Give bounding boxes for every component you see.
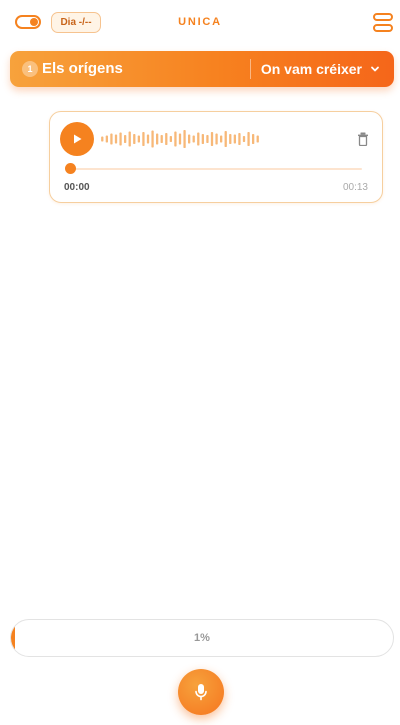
chapter-title: Els orígens (42, 60, 123, 77)
waveform-bar (256, 135, 259, 143)
progress-label: 1% (194, 632, 210, 644)
chapter-selector[interactable]: 1 Els orígens On vam créixer (10, 51, 394, 87)
waveform-bar (188, 134, 191, 144)
waveform-bar (137, 135, 140, 143)
waveform-bar (183, 130, 186, 148)
waveform-bar (169, 136, 172, 142)
waveform-bar (201, 134, 204, 144)
waveform-bar (206, 135, 209, 143)
waveform-bar (110, 133, 113, 145)
play-button[interactable] (60, 122, 94, 156)
waveform-bar (247, 132, 250, 146)
current-time: 00:00 (64, 182, 90, 193)
waveform-bar (229, 134, 232, 144)
waveform-bar (215, 133, 218, 145)
waveform-bar (220, 135, 223, 143)
waveform-bar (101, 136, 104, 142)
waveform-bar (105, 135, 108, 143)
waveform-bar (156, 133, 159, 145)
waveform-bar (197, 132, 200, 146)
waveform-bar (233, 134, 236, 144)
waveform-bar (142, 132, 145, 146)
record-button[interactable] (178, 669, 224, 715)
playback-track[interactable] (70, 168, 362, 170)
waveform-bar (151, 130, 154, 148)
waveform-bar (124, 135, 127, 143)
waveform-bar (210, 132, 214, 146)
waveform-bar (133, 134, 136, 144)
waveform-bar (128, 131, 131, 147)
waveform-bar (224, 131, 227, 147)
waveform-bar (252, 134, 255, 144)
playback-thumb[interactable] (65, 163, 76, 174)
waveform-bar (114, 134, 118, 144)
progress-bar: 1% (10, 619, 394, 657)
audio-waveform (101, 130, 259, 148)
section-title: On vam créixer (260, 61, 362, 77)
waveform-bar (165, 133, 168, 145)
chapter-divider (250, 59, 251, 79)
waveform-bar (238, 133, 241, 145)
audio-recording-card: 00:00 00:13 (49, 111, 383, 203)
waveform-bar (146, 134, 150, 144)
waveform-bar (160, 135, 163, 143)
total-time: 00:13 (342, 182, 368, 193)
microphone-icon (195, 684, 207, 701)
waveform-bar (242, 136, 246, 142)
top-bar: Dia -/-- UNICA (0, 0, 400, 46)
play-icon (74, 134, 82, 144)
chevron-down-icon[interactable] (370, 64, 380, 74)
trash-icon[interactable] (357, 132, 369, 146)
waveform-bar (192, 135, 195, 143)
waveform-bar (178, 133, 182, 145)
menu-icon[interactable] (373, 13, 393, 33)
app-title: UNICA (178, 16, 222, 28)
waveform-bar (119, 132, 122, 146)
waveform-bar (174, 131, 177, 147)
chapter-number-badge: 1 (22, 61, 38, 77)
